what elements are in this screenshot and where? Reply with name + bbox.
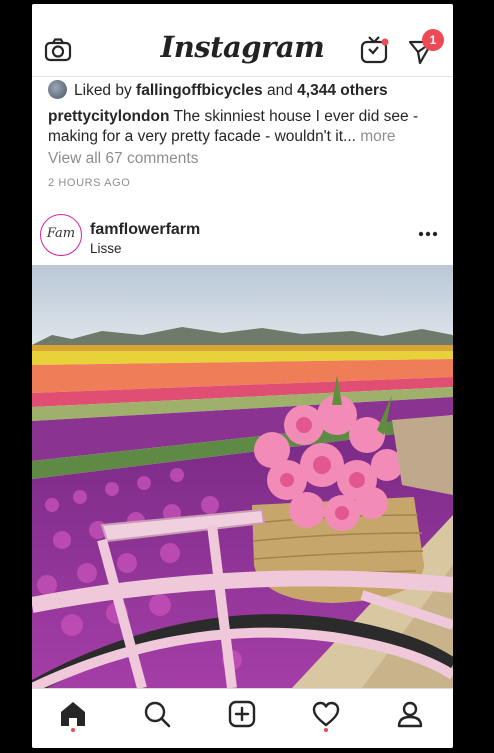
caption-more-link[interactable]: more — [360, 128, 395, 145]
more-options-icon[interactable] — [418, 231, 438, 237]
post-location[interactable]: Lisse — [90, 241, 122, 256]
profile-icon[interactable] — [395, 699, 425, 729]
post-header: Fam famflowerfarm Lisse — [32, 209, 453, 266]
user-avatar[interactable]: Fam — [40, 214, 82, 256]
post-username[interactable]: famflowerfarm — [90, 221, 200, 239]
post-caption: prettycitylondon The skinniest house I e… — [48, 107, 443, 147]
likes-and: and — [262, 82, 298, 99]
activity-heart-icon[interactable] — [311, 699, 341, 729]
activity-notification-dot — [324, 728, 328, 732]
likes-count[interactable]: 4,344 others — [297, 82, 387, 99]
bottom-navigation — [32, 688, 453, 748]
caption-username[interactable]: prettycitylondon — [48, 108, 169, 125]
likes-line: Liked by fallingoffbicycles and 4,344 ot… — [48, 80, 388, 100]
post-photo[interactable] — [32, 265, 453, 688]
new-post-icon[interactable] — [227, 699, 257, 729]
search-icon[interactable] — [142, 699, 172, 729]
avatar-logo-text: Fam — [46, 226, 76, 241]
instagram-logo: Instagram — [160, 30, 325, 64]
top-bar: Instagram 1 — [32, 4, 453, 77]
liker-username[interactable]: fallingoffbicycles — [136, 82, 263, 99]
instagram-screen: Instagram 1 Liked by fallingoffbicycles … — [32, 4, 453, 748]
message-count-badge: 1 — [422, 29, 444, 51]
likes-prefix: Liked by — [74, 82, 137, 99]
liker-avatar[interactable] — [48, 80, 67, 99]
home-icon[interactable] — [58, 699, 88, 729]
igtv-icon[interactable] — [359, 35, 389, 65]
home-active-dot — [71, 728, 75, 732]
view-comments-link[interactable]: View all 67 comments — [48, 150, 198, 168]
post-timestamp: 2 HOURS AGO — [48, 177, 131, 189]
